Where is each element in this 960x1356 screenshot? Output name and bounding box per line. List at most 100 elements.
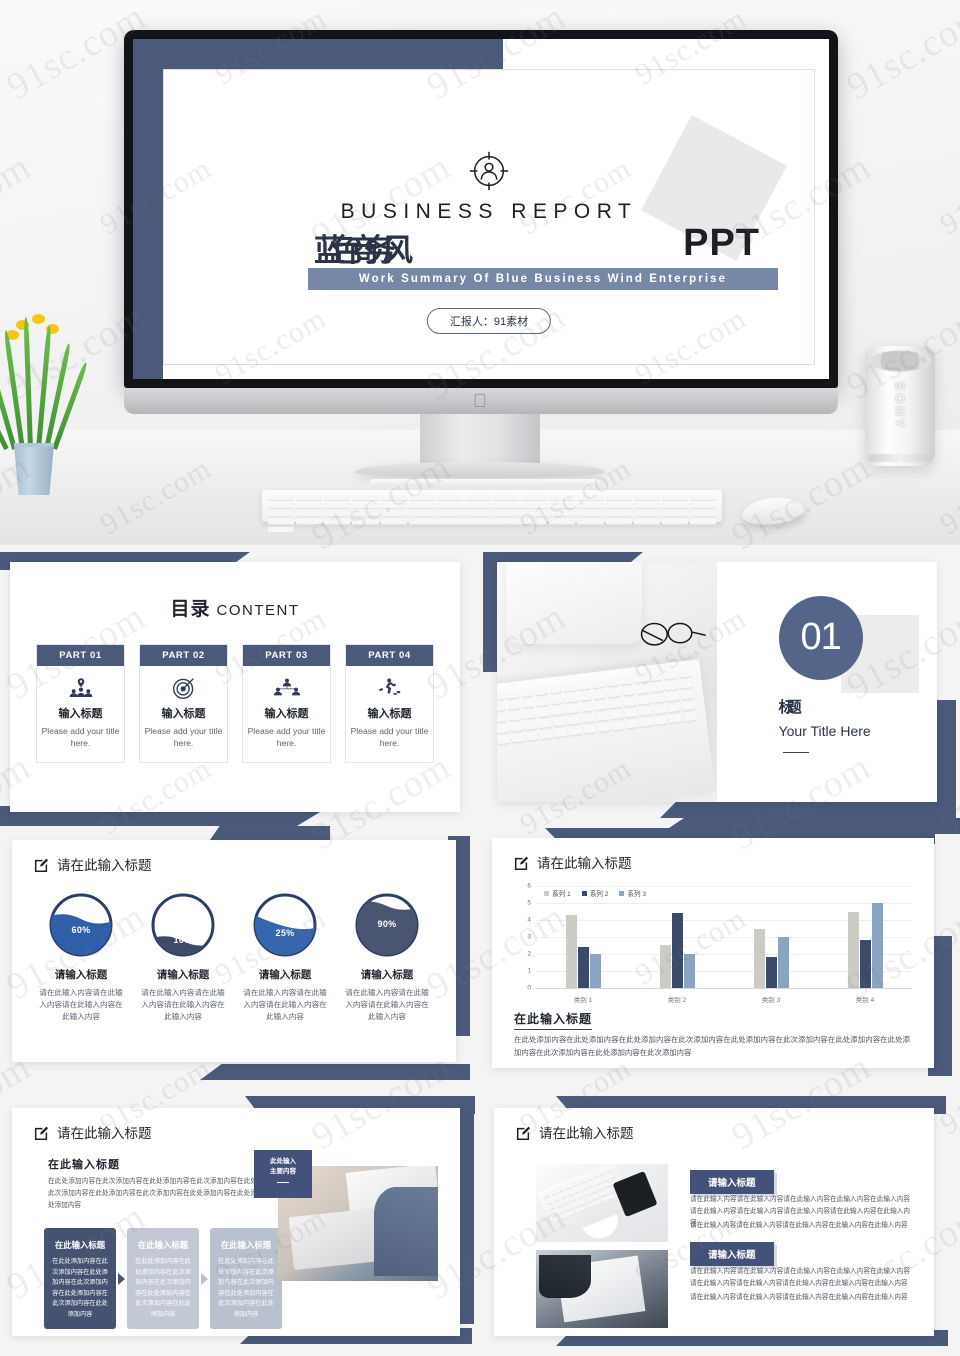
- person-arm: [374, 1186, 438, 1277]
- process-step-title: 在此输入标题: [54, 1240, 106, 1250]
- bar: [765, 957, 777, 988]
- section-deco-bottom: [660, 800, 956, 818]
- bar-slide-body: 在此处添加内容在此处添加内容在此处添加内容在此次添加内容在此处添加内容在此次添加…: [514, 1035, 910, 1057]
- pie-percent: 60%: [71, 925, 91, 936]
- pie-label: 请输入标题: [156, 969, 210, 981]
- speaker-base: [868, 454, 932, 462]
- watermark-text: 91sc.com: [304, 1345, 458, 1356]
- ppt-label: PPT: [683, 222, 760, 264]
- edit-square-icon: [514, 855, 529, 870]
- y-tick: 0: [527, 984, 531, 992]
- bar-group: [536, 886, 630, 988]
- process-step-text: 在此处添加内容在此处添加内容在此次添加内容在此次添加内容在此处添加内容在此次添加…: [135, 1258, 191, 1318]
- runner-stairs-icon: [350, 675, 429, 701]
- pie-text: 请在此输入内容请在此输入内容请在此输入内容在此输入内容: [39, 988, 123, 1021]
- pie-item: 10% 请输入标题 请在此输入内容请在此输入内容请在此输入内容在此输入内容: [132, 892, 234, 1022]
- title-slide-left-bar: [133, 39, 163, 379]
- bar-series-area: [536, 886, 912, 988]
- catalog-card-cn: 输入标题: [264, 708, 309, 720]
- y-tick: 4: [527, 916, 531, 924]
- pie-label: 请输入标题: [360, 969, 414, 981]
- pie-item: 60% 请输入标题 请在此输入内容请在此输入内容请在此输入内容在此输入内容: [30, 892, 132, 1022]
- watermark-text: 91sc.com: [95, 1352, 218, 1356]
- catalog-card[interactable]: PART 01 输入标题 Please add your title here.: [36, 644, 125, 763]
- catalog-card-cn: 输入标题: [58, 708, 103, 720]
- x-tick: 类别 4: [855, 997, 875, 1004]
- bar-slide-title: 请在此输入标题: [537, 856, 632, 871]
- title-slide-chinese-heading: 蓝色商务风: [314, 233, 413, 268]
- watermark-text: 91sc.com: [0, 1345, 38, 1356]
- catalog-card-part: PART 01: [37, 645, 124, 666]
- catalog-card-cn: 输入标题: [367, 708, 412, 720]
- catalog-card-en: Please add your title here.: [41, 726, 120, 749]
- process-step-list: 在此输入标题 在此处添加内容在此次添加内容在此处添加内容在此次添加内容在此处添加…: [44, 1228, 282, 1330]
- process-slide-header: 请在此输入标题: [34, 1122, 152, 1142]
- slide-catalog: 目录 CONTENT PART 01 输入标题 Please add your …: [10, 562, 460, 812]
- process-step[interactable]: 在此输入标题 在此处添加内容在此处添加内容在此次添加内容在此次添加内容在此处添加…: [127, 1228, 199, 1330]
- catalog-card-cn: 输入标题: [161, 708, 206, 720]
- bar: [871, 903, 883, 988]
- org-group-icon: [247, 675, 326, 701]
- x-tick: 类别 1: [573, 997, 593, 1004]
- section-number-circle: 01: [778, 595, 863, 680]
- monitor-bezel: BUSINESS REPORT 蓝色商务风 PPT Work Summary O…: [124, 30, 838, 388]
- slide-media: 请在此输入标题 请输入标题 请在此输入内容请在此输入内容请在此输入内容在此输入内…: [494, 1108, 934, 1336]
- y-tick: 1: [527, 967, 531, 975]
- pie-slide-title: 请在此输入标题: [57, 858, 152, 873]
- poster-canvas: BUSINESS REPORT 蓝色商务风 PPT Work Summary O…: [0, 0, 960, 1356]
- keyboard: [262, 490, 722, 533]
- catalog-title-cn: 目录: [170, 599, 211, 620]
- presenter-badge: 汇报人：91素材: [426, 308, 552, 334]
- media-slide-title: 请在此输入标题: [539, 1126, 634, 1141]
- bar: [753, 928, 765, 988]
- bar-chart: 系列 1 系列 2 系列 3 6 5 4 3 2 1 0 类别 1 类别 2 类…: [510, 883, 916, 1006]
- process-step[interactable]: 在此输入标题 在此处添加内容在此次添加内容在此处添加内容在此次添加内容在此处添加…: [44, 1228, 116, 1330]
- bar: [847, 911, 859, 988]
- media-photo-writing: [536, 1250, 668, 1328]
- pie-item: 25% 请输入标题 请在此输入内容请在此输入内容请在此输入内容在此输入内容: [234, 892, 336, 1022]
- watermark-text: 91sc.com: [724, 1345, 878, 1356]
- catalog-card[interactable]: PART 04 输入标题 Please add your title here.: [345, 644, 434, 763]
- bar-group: [818, 886, 912, 988]
- process-slide-title: 请在此输入标题: [57, 1126, 152, 1141]
- process-badge-line1: 此处输入: [270, 1158, 296, 1165]
- photo-keyboard: [497, 659, 716, 802]
- pie-percent: 10%: [173, 934, 193, 945]
- pie-slide-header: 请在此输入标题: [34, 854, 152, 874]
- media-block-text: 请在此输入内容请在此输入内容请在此输入内容在此输入内容在此输入内容请在此输入内容…: [690, 1268, 910, 1288]
- bar: [683, 954, 695, 988]
- arrow-right-icon: [118, 1272, 125, 1285]
- bar-chart-x-labels: 类别 1 类别 2 类别 3 类别 4: [536, 994, 912, 1004]
- slide-pie-chart: 请在此输入标题 60% 请输入标题 请在此输入内容请在此输入内容请在此输入内容在…: [12, 840, 456, 1062]
- slide-bar-chart: 请在此输入标题 系列 1 系列 2 系列 3 6 5 4 3 2 1 0 类别 …: [492, 838, 934, 1068]
- target-icon: [144, 675, 223, 701]
- y-tick: 6: [527, 882, 531, 890]
- catalog-card[interactable]: PART 03 输入标题 Please add your title here.: [242, 644, 331, 763]
- process-step-text: 在此处添加内容在此处添加内容在此次添加内容在此次添加内容在此处添加内容在此次添加…: [218, 1258, 274, 1318]
- bar: [859, 940, 871, 988]
- edit-square-icon: [34, 1125, 49, 1140]
- edit-square-icon: [516, 1125, 531, 1140]
- media-slide-header: 请在此输入标题: [516, 1122, 634, 1142]
- bar: [777, 937, 789, 988]
- potted-plant: [0, 310, 89, 495]
- process-badge-rule: [277, 1181, 289, 1183]
- slide-section-divider: 01 标题 Your Title Here: [497, 562, 937, 802]
- pie-gauge: 60%: [48, 892, 114, 958]
- team-location-icon: [41, 675, 120, 701]
- pie-gauge: 10%: [150, 892, 216, 958]
- catalog-card-en: Please add your title here.: [350, 726, 429, 749]
- arrow-right-icon: [201, 1272, 208, 1285]
- pie-chart-group: 60% 请输入标题 请在此输入内容请在此输入内容请在此输入内容在此输入内容 10…: [30, 892, 438, 1022]
- y-tick: 2: [527, 950, 531, 958]
- catalog-card-en: Please add your title here.: [247, 726, 326, 749]
- catalog-card[interactable]: PART 02 输入标题 Please add your title here.: [139, 644, 228, 763]
- x-tick: 类别 3: [761, 997, 781, 1004]
- process-step[interactable]: 在此输入标题 在此处添加内容在此处添加内容在此次添加内容在此次添加内容在此处添加…: [210, 1228, 282, 1330]
- pie-label: 请输入标题: [54, 969, 108, 981]
- pie-percent: 25%: [275, 927, 295, 938]
- monitor-stand-foot: [355, 462, 605, 478]
- bar-slide-header: 请在此输入标题: [514, 852, 632, 872]
- bar-chart-plot: 6 5 4 3 2 1 0: [527, 883, 912, 992]
- pie-text: 请在此输入内容请在此输入内容请在此输入内容在此输入内容: [243, 988, 327, 1021]
